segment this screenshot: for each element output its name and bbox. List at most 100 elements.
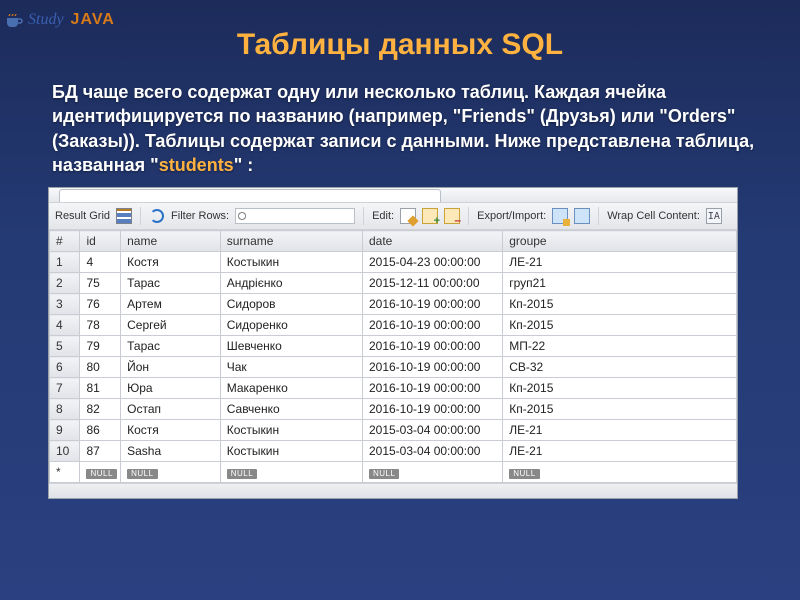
column-header[interactable]: groupe: [503, 231, 737, 252]
table-cell[interactable]: Савченко: [220, 399, 362, 420]
table-row[interactable]: 275ТарасАндрієнко2015-12-11 00:00:00груп…: [50, 273, 737, 294]
table-cell[interactable]: 87: [80, 441, 121, 462]
add-row-icon[interactable]: [422, 208, 438, 224]
table-row[interactable]: 579ТарасШевченко2016-10-19 00:00:00МП-22: [50, 336, 737, 357]
edit-row-icon[interactable]: [400, 208, 416, 224]
table-header-row: #idnamesurnamedategroupe: [50, 231, 737, 252]
table-cell[interactable]: Шевченко: [220, 336, 362, 357]
table-cell[interactable]: Чак: [220, 357, 362, 378]
table-row[interactable]: 680ЙонЧак2016-10-19 00:00:00СВ-32: [50, 357, 737, 378]
table-cell[interactable]: 2015-04-23 00:00:00: [362, 252, 502, 273]
table-cell[interactable]: 2016-10-19 00:00:00: [362, 399, 502, 420]
table-cell[interactable]: 76: [80, 294, 121, 315]
table-cell[interactable]: 80: [80, 357, 121, 378]
delete-row-icon[interactable]: [444, 208, 460, 224]
table-cell[interactable]: 8: [50, 399, 80, 420]
table-cell[interactable]: Тарас: [121, 336, 221, 357]
table-cell[interactable]: 2016-10-19 00:00:00: [362, 294, 502, 315]
table-cell[interactable]: 2016-10-19 00:00:00: [362, 378, 502, 399]
table-cell[interactable]: Остап: [121, 399, 221, 420]
wrap-cell-icon[interactable]: IA: [706, 208, 722, 224]
table-cell[interactable]: груп21: [503, 273, 737, 294]
table-cell-null[interactable]: NULL: [362, 462, 502, 483]
table-cell[interactable]: Кп-2015: [503, 399, 737, 420]
horizontal-scrollbar[interactable]: [49, 483, 737, 498]
table-cell[interactable]: Костя: [121, 420, 221, 441]
table-cell[interactable]: 2015-12-11 00:00:00: [362, 273, 502, 294]
column-header[interactable]: id: [80, 231, 121, 252]
table-cell[interactable]: 79: [80, 336, 121, 357]
table-row[interactable]: 882ОстапСавченко2016-10-19 00:00:00Кп-20…: [50, 399, 737, 420]
column-header[interactable]: date: [362, 231, 502, 252]
table-cell[interactable]: 7: [50, 378, 80, 399]
table-cell[interactable]: ЛЕ-21: [503, 441, 737, 462]
column-header[interactable]: surname: [220, 231, 362, 252]
coffee-cup-icon: [4, 10, 24, 30]
table-cell[interactable]: Сидоров: [220, 294, 362, 315]
table-cell[interactable]: Кп-2015: [503, 378, 737, 399]
result-grid-icon[interactable]: [116, 208, 132, 224]
table-cell[interactable]: 2015-03-04 00:00:00: [362, 441, 502, 462]
table-cell[interactable]: 81: [80, 378, 121, 399]
table-cell[interactable]: ЛЕ-21: [503, 252, 737, 273]
logo-text-study: Study: [28, 11, 64, 29]
table-cell[interactable]: Кп-2015: [503, 315, 737, 336]
table-row[interactable]: 376АртемСидоров2016-10-19 00:00:00Кп-201…: [50, 294, 737, 315]
import-icon[interactable]: [574, 208, 590, 224]
table-cell[interactable]: Сергей: [121, 315, 221, 336]
result-toolbar: Result Grid Filter Rows: Edit: Export/Im…: [49, 203, 737, 230]
table-cell-null[interactable]: NULL: [503, 462, 737, 483]
table-cell[interactable]: МП-22: [503, 336, 737, 357]
table-cell[interactable]: 2016-10-19 00:00:00: [362, 357, 502, 378]
table-cell[interactable]: Юра: [121, 378, 221, 399]
result-tabstrip[interactable]: [49, 188, 737, 203]
table-empty-row[interactable]: *NULLNULLNULLNULLNULL: [50, 462, 737, 483]
table-cell-null[interactable]: NULL: [220, 462, 362, 483]
table-cell[interactable]: Макаренко: [220, 378, 362, 399]
table-cell[interactable]: Артем: [121, 294, 221, 315]
table-cell[interactable]: Костыкин: [220, 252, 362, 273]
table-cell[interactable]: 9: [50, 420, 80, 441]
table-row[interactable]: 986КостяКостыкин2015-03-04 00:00:00ЛЕ-21: [50, 420, 737, 441]
table-row[interactable]: 14КостяКостыкин2015-04-23 00:00:00ЛЕ-21: [50, 252, 737, 273]
table-cell-null[interactable]: NULL: [80, 462, 121, 483]
table-cell[interactable]: 78: [80, 315, 121, 336]
active-tab[interactable]: [59, 189, 441, 202]
table-cell[interactable]: 86: [80, 420, 121, 441]
table-cell[interactable]: 10: [50, 441, 80, 462]
table-cell[interactable]: 2016-10-19 00:00:00: [362, 315, 502, 336]
column-header[interactable]: #: [50, 231, 80, 252]
table-row[interactable]: 1087SashaКостыкин2015-03-04 00:00:00ЛЕ-2…: [50, 441, 737, 462]
table-cell-null[interactable]: *: [50, 462, 80, 483]
brand-logo: Study JAVA: [4, 10, 115, 30]
column-header[interactable]: name: [121, 231, 221, 252]
table-row[interactable]: 478СергейСидоренко2016-10-19 00:00:00Кп-…: [50, 315, 737, 336]
table-cell[interactable]: 82: [80, 399, 121, 420]
table-cell[interactable]: 1: [50, 252, 80, 273]
table-cell[interactable]: 2015-03-04 00:00:00: [362, 420, 502, 441]
table-row[interactable]: 781ЮраМакаренко2016-10-19 00:00:00Кп-201…: [50, 378, 737, 399]
table-cell[interactable]: 5: [50, 336, 80, 357]
table-cell[interactable]: 2: [50, 273, 80, 294]
table-cell[interactable]: 2016-10-19 00:00:00: [362, 336, 502, 357]
table-cell[interactable]: Сидоренко: [220, 315, 362, 336]
table-cell[interactable]: 4: [80, 252, 121, 273]
filter-rows-input[interactable]: [235, 208, 355, 224]
table-cell[interactable]: Костыкин: [220, 420, 362, 441]
table-cell[interactable]: Sasha: [121, 441, 221, 462]
refresh-icon[interactable]: [149, 208, 165, 224]
table-cell[interactable]: Андрієнко: [220, 273, 362, 294]
export-icon[interactable]: [552, 208, 568, 224]
table-cell-null[interactable]: NULL: [121, 462, 221, 483]
table-cell[interactable]: Костыкин: [220, 441, 362, 462]
table-cell[interactable]: 75: [80, 273, 121, 294]
table-cell[interactable]: 4: [50, 315, 80, 336]
table-cell[interactable]: СВ-32: [503, 357, 737, 378]
table-cell[interactable]: 6: [50, 357, 80, 378]
table-cell[interactable]: ЛЕ-21: [503, 420, 737, 441]
table-cell[interactable]: Кп-2015: [503, 294, 737, 315]
table-cell[interactable]: Тарас: [121, 273, 221, 294]
table-cell[interactable]: Костя: [121, 252, 221, 273]
table-cell[interactable]: Йон: [121, 357, 221, 378]
table-cell[interactable]: 3: [50, 294, 80, 315]
